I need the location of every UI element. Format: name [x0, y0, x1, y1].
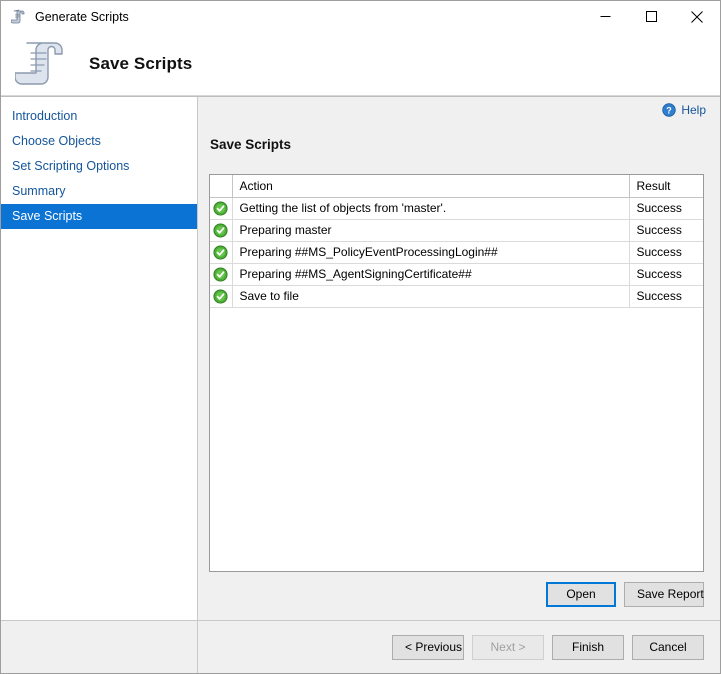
column-header-icon: [210, 175, 232, 197]
sidebar-item-save-scripts[interactable]: Save Scripts: [1, 204, 197, 229]
table-row[interactable]: Preparing master Success: [210, 219, 703, 241]
table-row[interactable]: Preparing ##MS_AgentSigningCertificate##…: [210, 263, 703, 285]
row-action-text: Preparing master: [232, 219, 629, 241]
script-scroll-icon: [11, 9, 27, 25]
close-icon[interactable]: [674, 1, 720, 32]
sidebar-item-choose-objects[interactable]: Choose Objects: [1, 129, 197, 154]
table-row[interactable]: Save to file Success: [210, 285, 703, 307]
results-table: Action Result: [210, 175, 703, 308]
row-result-text: Success: [629, 219, 703, 241]
results-table-head: Action Result: [210, 175, 703, 197]
page-header: Save Scripts: [1, 32, 720, 96]
window-controls: [582, 1, 720, 32]
table-row[interactable]: Preparing ##MS_PolicyEventProcessingLogi…: [210, 241, 703, 263]
title-bar: Generate Scripts: [1, 1, 720, 32]
cancel-button[interactable]: Cancel: [632, 635, 704, 660]
help-question-icon: ?: [662, 103, 676, 117]
column-header-result: Result: [629, 175, 703, 197]
row-result-text: Success: [629, 285, 703, 307]
content-heading: Save Scripts: [198, 123, 720, 152]
help-link[interactable]: ? Help: [662, 103, 706, 117]
success-check-icon: [210, 285, 232, 307]
row-result-text: Success: [629, 197, 703, 219]
wizard-footer: < Previous Next > Finish Cancel: [1, 620, 720, 673]
success-check-icon: [210, 197, 232, 219]
content-panel: ? Help Save Scripts Action Result: [198, 97, 720, 620]
wizard-sidebar: Introduction Choose Objects Set Scriptin…: [1, 97, 198, 620]
minimize-icon[interactable]: [582, 1, 628, 32]
page-title: Save Scripts: [89, 54, 192, 74]
help-label: Help: [681, 103, 706, 117]
save-report-button[interactable]: Save Report: [624, 582, 704, 607]
window-title: Generate Scripts: [35, 10, 129, 24]
row-result-text: Success: [629, 241, 703, 263]
success-check-icon: [210, 241, 232, 263]
open-button[interactable]: Open: [546, 582, 616, 607]
column-header-action: Action: [232, 175, 629, 197]
previous-button[interactable]: < Previous: [392, 635, 464, 660]
results-table-body: Getting the list of objects from 'master…: [210, 197, 703, 307]
script-scroll-icon: [15, 37, 71, 91]
svg-text:?: ?: [667, 105, 673, 115]
success-check-icon: [210, 263, 232, 285]
sidebar-item-summary[interactable]: Summary: [1, 179, 197, 204]
title-bar-left: Generate Scripts: [1, 9, 129, 25]
maximize-icon[interactable]: [628, 1, 674, 32]
table-header-row: Action Result: [210, 175, 703, 197]
row-action-text: Preparing ##MS_PolicyEventProcessingLogi…: [232, 241, 629, 263]
body-area: Introduction Choose Objects Set Scriptin…: [1, 96, 720, 620]
table-row[interactable]: Getting the list of objects from 'master…: [210, 197, 703, 219]
row-action-text: Preparing ##MS_AgentSigningCertificate##: [232, 263, 629, 285]
results-table-container: Action Result: [209, 174, 704, 572]
row-result-text: Success: [629, 263, 703, 285]
footer-sidebar-spacer: [1, 620, 198, 673]
finish-button[interactable]: Finish: [552, 635, 624, 660]
row-action-text: Save to file: [232, 285, 629, 307]
generate-scripts-window: Generate Scripts Save Scripts Int: [0, 0, 721, 674]
content-action-buttons: Open Save Report: [198, 572, 720, 620]
sidebar-item-introduction[interactable]: Introduction: [1, 104, 197, 129]
sidebar-item-set-scripting-options[interactable]: Set Scripting Options: [1, 154, 197, 179]
next-button: Next >: [472, 635, 544, 660]
help-row: ? Help: [198, 97, 720, 123]
success-check-icon: [210, 219, 232, 241]
row-action-text: Getting the list of objects from 'master…: [232, 197, 629, 219]
